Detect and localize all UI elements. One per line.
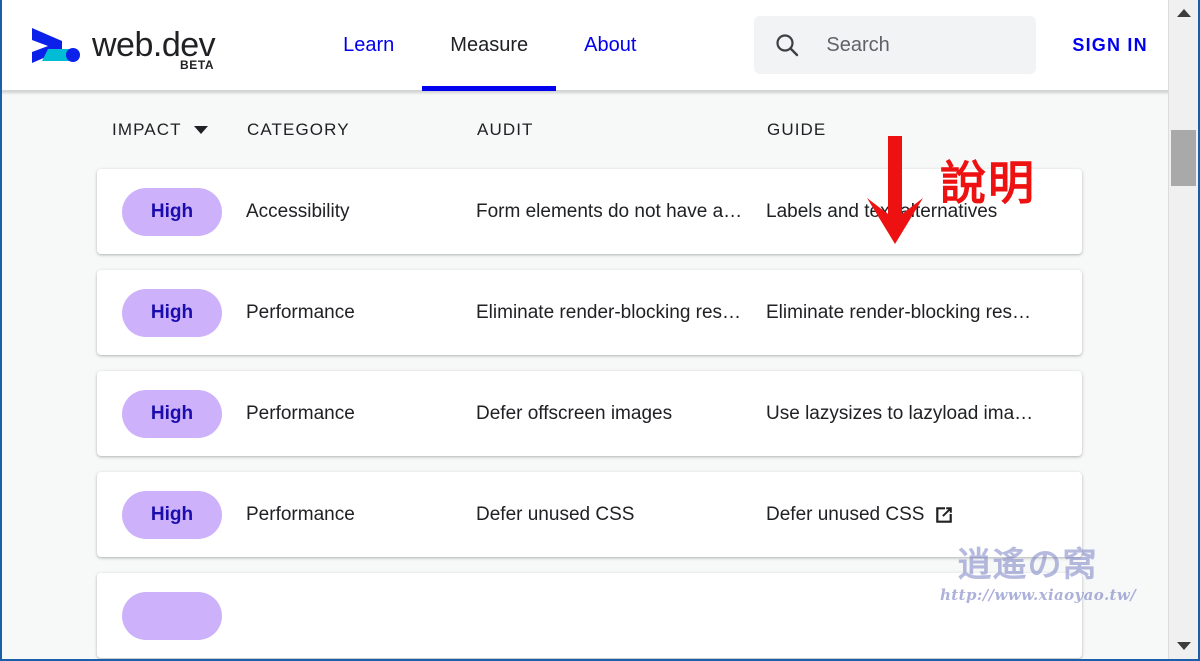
column-header-guide: GUIDE [767, 120, 1144, 140]
status-badge: High [122, 188, 222, 236]
column-header-impact-label: IMPACT [112, 120, 182, 140]
vertical-scrollbar[interactable] [1168, 0, 1198, 659]
cell-guide-label: Labels and text alternatives [766, 201, 997, 223]
cell-guide: Labels and text alternatives [766, 201, 1082, 223]
audit-row-list: High Accessibility Form elements do not … [2, 169, 1170, 658]
cell-guide-label: Use lazysizes to lazyload ima… [766, 403, 1033, 425]
audit-table: IMPACT CATEGORY AUDIT GUIDE High Accessi… [2, 91, 1170, 658]
chevron-down-icon [194, 126, 208, 134]
cell-guide: Defer unused CSS [766, 504, 1082, 526]
webdev-logo-icon [28, 25, 82, 65]
search-box[interactable] [754, 16, 1036, 74]
browser-window: web.dev BETA Learn Measure About SIGN [0, 0, 1200, 661]
cell-audit: Defer offscreen images [476, 403, 766, 425]
nav-item-about[interactable]: About [556, 0, 664, 91]
main-navigation: Learn Measure About [315, 0, 664, 91]
nav-item-learn[interactable]: Learn [315, 0, 422, 91]
cell-guide: Eliminate render-blocking res… [766, 302, 1082, 324]
cell-category: Accessibility [246, 201, 476, 223]
scroll-up-arrow-icon[interactable] [1169, 2, 1198, 24]
column-header-category: CATEGORY [247, 120, 477, 140]
cell-category: Performance [246, 403, 476, 425]
page-viewport: web.dev BETA Learn Measure About SIGN [2, 0, 1170, 659]
search-icon [774, 32, 800, 58]
nav-item-measure[interactable]: Measure [422, 0, 556, 91]
status-badge: High [122, 390, 222, 438]
cell-audit: Defer unused CSS [476, 504, 766, 526]
cell-audit: Eliminate render-blocking res… [476, 302, 766, 324]
search-input[interactable] [826, 34, 1016, 57]
cell-guide: Use lazysizes to lazyload ima… [766, 403, 1082, 425]
site-logo[interactable]: web.dev BETA [28, 25, 215, 65]
status-badge: High [122, 289, 222, 337]
scroll-down-arrow-icon[interactable] [1169, 635, 1198, 657]
column-header-category-label: CATEGORY [247, 120, 350, 140]
logo-text: web.dev BETA [92, 28, 215, 62]
column-header-impact[interactable]: IMPACT [112, 120, 247, 140]
table-row[interactable]: High Accessibility Form elements do not … [97, 169, 1082, 254]
site-header: web.dev BETA Learn Measure About SIGN [2, 0, 1170, 91]
external-link-icon[interactable] [934, 505, 954, 525]
cell-category: Performance [246, 504, 476, 526]
cell-category: Performance [246, 302, 476, 324]
sign-in-button[interactable]: SIGN IN [1072, 35, 1147, 56]
cell-guide-label: Defer unused CSS [766, 504, 924, 526]
scrollbar-thumb[interactable] [1171, 130, 1196, 186]
cell-guide-label: Eliminate render-blocking res… [766, 302, 1031, 324]
table-row[interactable] [97, 573, 1082, 658]
status-badge: High [122, 491, 222, 539]
column-header-audit-label: AUDIT [477, 120, 534, 140]
column-header-guide-label: GUIDE [767, 120, 826, 140]
column-header-audit: AUDIT [477, 120, 767, 140]
table-row[interactable]: High Performance Defer offscreen images … [97, 371, 1082, 456]
table-row[interactable]: High Performance Eliminate render-blocki… [97, 270, 1082, 355]
table-row[interactable]: High Performance Defer unused CSS Defer … [97, 472, 1082, 557]
status-badge [122, 592, 222, 640]
logo-beta-tag: BETA [180, 59, 214, 71]
table-header-row: IMPACT CATEGORY AUDIT GUIDE [2, 91, 1170, 169]
cell-audit: Form elements do not have a… [476, 201, 766, 223]
